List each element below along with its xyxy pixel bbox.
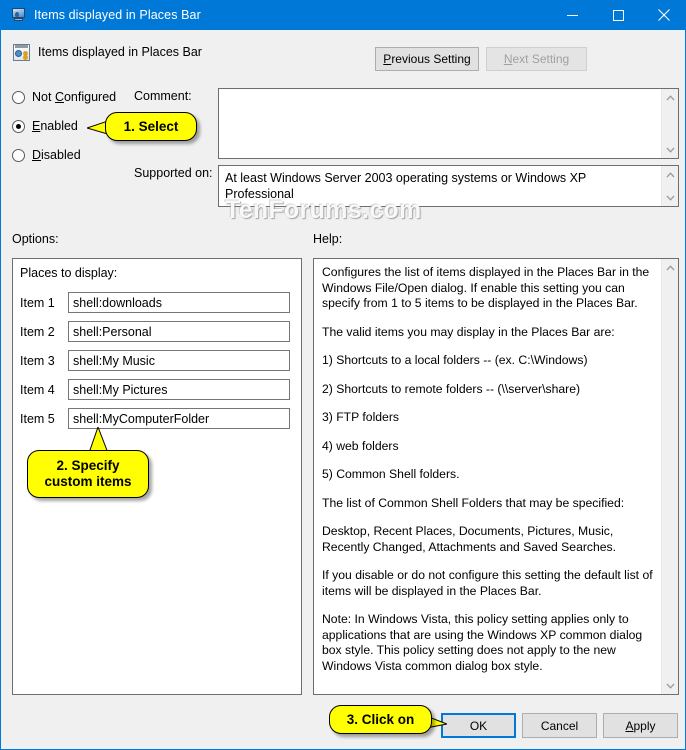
scroll-up-icon[interactable] [662,89,679,106]
item-3-label: Item 3 [20,353,55,368]
item-2-label: Item 2 [20,324,55,339]
item-4-label: Item 4 [20,382,55,397]
help-text: Configures the list of items displayed i… [314,259,661,694]
item-1-input[interactable] [68,292,290,313]
maximize-icon[interactable] [595,0,641,30]
ok-label: OK [469,718,488,733]
item-row: Item 4 [20,379,290,400]
help-paragraph: 2) Shortcuts to remote folders -- (\\ser… [322,381,581,396]
help-paragraph: 1) Shortcuts to a local folders -- (ex. … [322,353,588,367]
callout-specify-line1: 2. Specify [56,458,120,473]
window-title: Items displayed in Places Bar [34,8,201,22]
radio-enabled-label: Enabled [32,119,78,133]
radio-not-configured-mark [12,90,25,104]
item-2-input[interactable] [68,321,290,342]
item-row: Item 2 [20,321,290,342]
help-paragraph: Desktop, Recent Places, Documents, Pictu… [322,524,617,554]
group-policy-setting-window: Items displayed in Places Bar Items disp… [0,0,686,750]
help-panel: Configures the list of items displayed i… [313,258,679,695]
radio-enabled[interactable]: Enabled [12,119,78,133]
comment-scrollbar[interactable] [661,89,678,158]
close-icon[interactable] [641,0,685,30]
item-5-label: Item 5 [20,411,55,426]
radio-disabled-label: Disabled [32,148,81,162]
help-paragraph: 3) FTP folders [322,410,399,424]
radio-disabled-mark [12,148,25,162]
scroll-up-icon[interactable] [662,259,679,276]
ok-button[interactable]: OK [441,713,516,738]
help-paragraph: The valid items you may display in the P… [322,324,615,339]
radio-not-configured[interactable]: Not Configured [12,90,116,104]
monitor-user-icon [10,7,26,23]
minimize-icon[interactable] [549,0,595,30]
scroll-down-icon[interactable] [662,141,679,158]
callout-select: 1. Select [105,112,197,141]
supported-on-label: Supported on: [134,166,213,180]
apply-button[interactable]: Apply [603,713,678,738]
cancel-label: Cancel [540,718,579,733]
apply-accel: A [625,718,634,733]
help-paragraph: 4) web folders [322,438,399,453]
callout-click: 3. Click on [329,705,432,734]
radio-disabled[interactable]: Disabled [12,148,81,162]
help-label: Help: [313,232,343,246]
supported-on-textbox: At least Windows Server 2003 operating s… [218,165,679,207]
item-1-label: Item 1 [20,295,55,310]
scroll-down-icon[interactable] [662,677,679,694]
item-4-input[interactable] [68,379,290,400]
apply-label-rest: pply [633,718,656,733]
comment-textbox[interactable] [218,88,679,159]
callout-specify-line2: custom items [44,474,132,489]
cancel-button[interactable]: Cancel [522,713,597,738]
help-paragraph: If you disable or do not configure this … [322,568,653,598]
policy-setting-icon [13,44,30,61]
setting-title: Items displayed in Places Bar [38,45,202,59]
help-paragraph: Configures the list of items displayed i… [322,265,650,310]
next-label-rest: ext Setting [512,52,570,66]
window-controls [549,0,685,30]
item-row: Item 5 [20,408,290,429]
radio-not-configured-label: Not Configured [32,90,117,104]
supported-on-value: At least Windows Server 2003 operating s… [225,171,587,201]
comment-value[interactable] [219,89,661,158]
item-row: Item 3 [20,350,290,371]
help-paragraph: 5) Common Shell folders. [322,467,460,481]
callout-select-label: 1. Select [123,118,179,134]
prev-label-rest: revious Setting [391,52,471,66]
item-row: Item 1 [20,292,290,313]
next-setting-button: Next Setting [486,47,587,71]
help-scrollbar[interactable] [661,259,678,694]
scroll-down-icon[interactable] [662,189,679,206]
item-3-input[interactable] [68,350,290,371]
help-paragraph: The list of Common Shell Folders that ma… [322,495,625,510]
previous-setting-button[interactable]: Previous Setting [375,47,479,71]
scroll-up-icon[interactable] [662,166,679,183]
radio-enabled-mark [12,119,25,133]
title-bar: Items displayed in Places Bar [1,0,685,30]
callout-click-label: 3. Click on [346,711,415,727]
comment-label: Comment: [134,89,192,103]
callout-specify: 2. Specify custom items [27,450,149,498]
options-label: Options: [12,232,59,246]
supported-on-scrollbar[interactable] [661,166,678,206]
places-to-display-label: Places to display: [20,266,118,280]
help-paragraph: Note: In Windows Vista, this policy sett… [322,612,643,673]
item-5-input[interactable] [68,408,290,429]
